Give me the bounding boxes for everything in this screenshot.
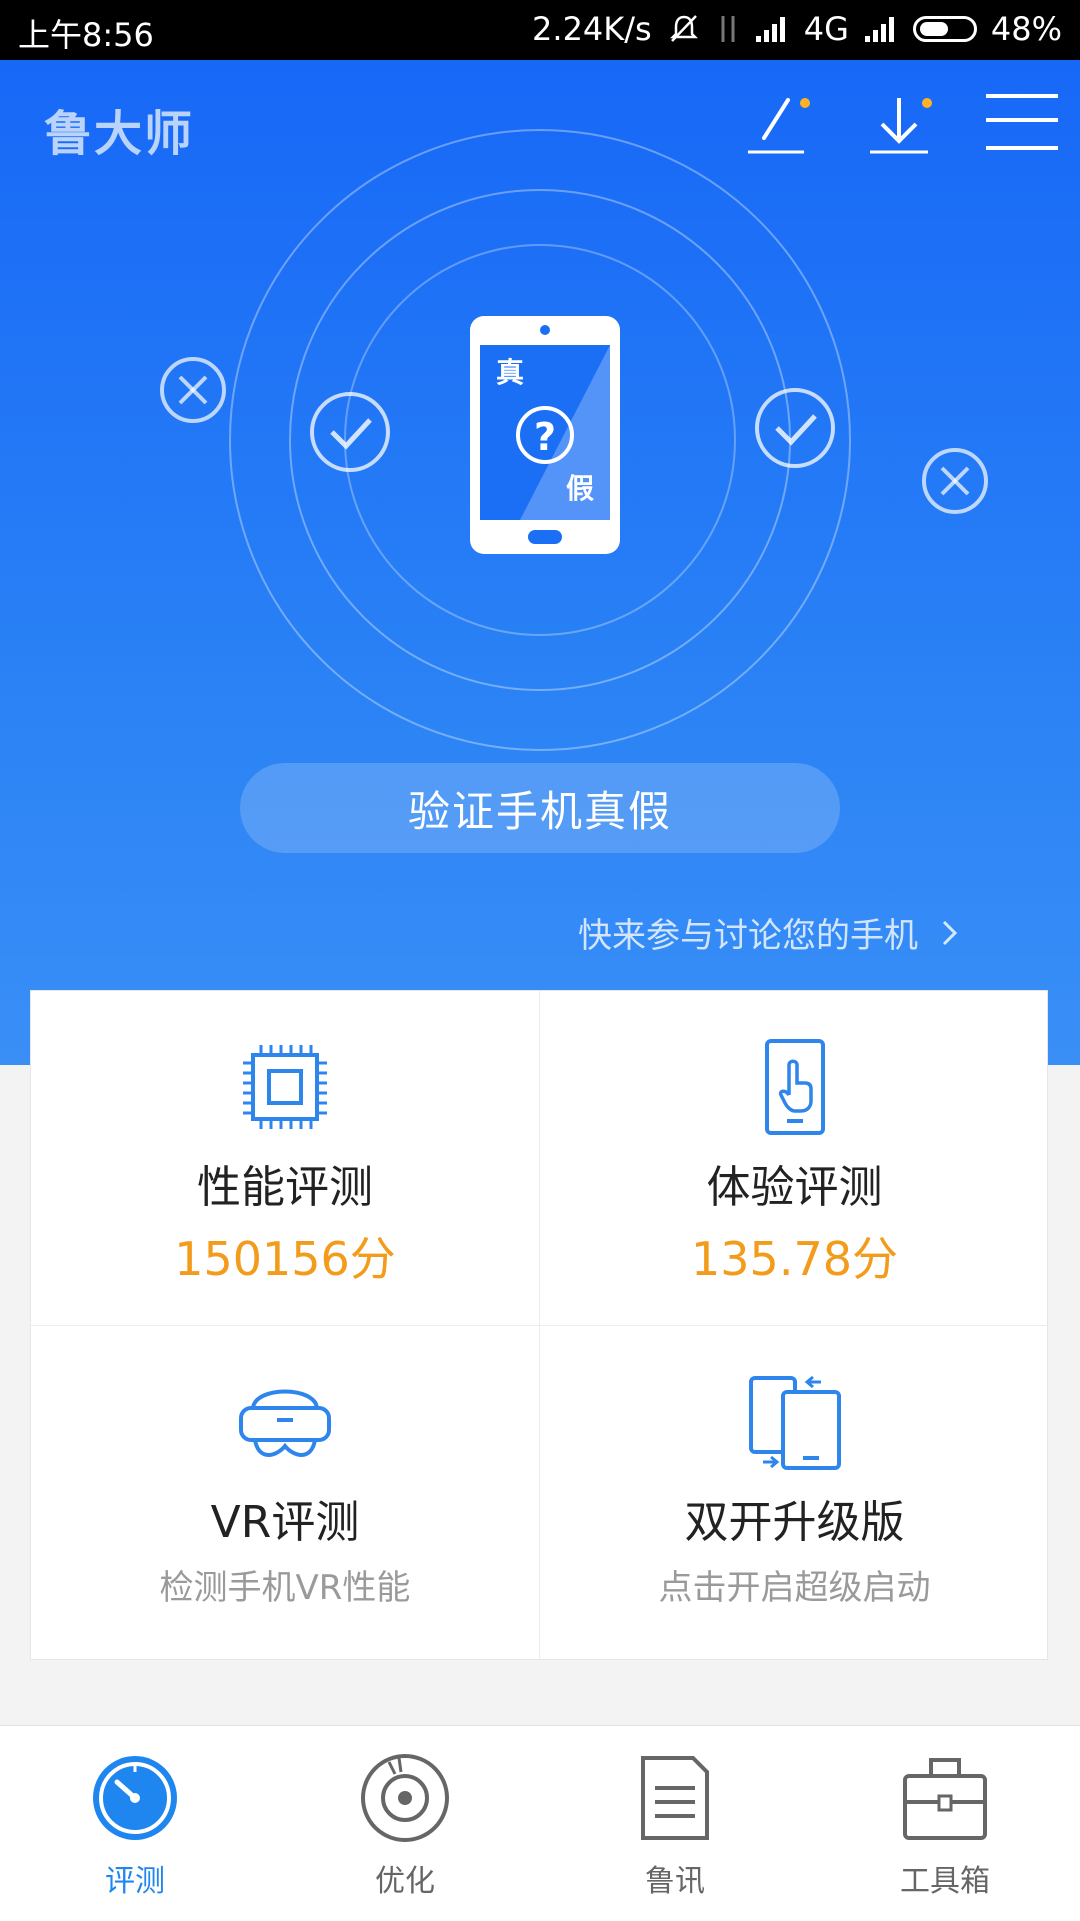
document-icon (641, 1756, 709, 1840)
silent-bell-icon (669, 15, 698, 42)
feature-grid: 性能评测 150156分 体验评测 135.78分 VR评测 检测手机VR性能 (30, 990, 1049, 1661)
tab-label: 评测 (105, 1864, 165, 1899)
phone-text-false: 假 (566, 472, 594, 505)
signal-icon (755, 17, 785, 42)
tab-optimize[interactable]: 优化 (270, 1726, 540, 1921)
battery-level: 48% (990, 10, 1062, 48)
tab-benchmark[interactable]: 评测 (0, 1726, 270, 1921)
vr-headset-icon (239, 1389, 331, 1457)
battery-icon (912, 16, 977, 42)
tab-label: 鲁讯 (645, 1864, 705, 1899)
discuss-link-label: 快来参与讨论您的手机 (578, 916, 918, 956)
card-title: VR评测 (210, 1497, 360, 1548)
verification-illustration: ? 真 假 (160, 129, 988, 751)
verify-phone-button[interactable]: 验证手机真假 (240, 763, 840, 853)
network-speed: 2.24K/s (532, 10, 652, 48)
card-title: 体验评测 (706, 1162, 883, 1213)
disc-icon (361, 1754, 449, 1842)
chevron-right-icon (942, 920, 958, 945)
tab-toolbox[interactable]: 工具箱 (810, 1726, 1080, 1921)
touch-phone-icon (764, 1039, 825, 1135)
card-subtitle: 点击开启超级启动 (658, 1568, 931, 1608)
phone-question-mark: ? (534, 415, 556, 459)
hero-section: 鲁大师 ? 真 假 验证手机真假 快来参与讨论您的手机 (0, 60, 1080, 1065)
chip-icon (243, 1045, 327, 1129)
cross-icon (922, 448, 988, 514)
discuss-link[interactable]: 快来参与讨论您的手机 (578, 908, 960, 957)
dual-app-card[interactable]: 双开升级版 点击开启超级启动 (540, 1326, 1049, 1661)
card-subtitle: 检测手机VR性能 (159, 1568, 411, 1608)
gauge-icon (93, 1756, 177, 1840)
status-right: 2.24K/s 4G 48% (532, 10, 1062, 48)
check-icon (755, 388, 835, 468)
experience-test-card[interactable]: 体验评测 135.78分 (540, 991, 1049, 1326)
tab-news[interactable]: 鲁讯 (540, 1726, 810, 1921)
data-transfer-icon (721, 16, 735, 42)
network-type: 4G (803, 10, 849, 48)
phone-icon: ? 真 假 (470, 316, 620, 554)
status-time: 上午8:56 (18, 16, 154, 54)
signal-icon-2 (864, 17, 894, 42)
tab-label: 优化 (375, 1864, 435, 1899)
card-title: 性能评测 (197, 1162, 373, 1213)
bottom-tab-bar: 评测 优化 鲁讯 工具箱 (0, 1725, 1080, 1921)
performance-test-card[interactable]: 性能评测 150156分 (31, 991, 540, 1326)
dual-phone-icon (748, 1375, 841, 1470)
check-icon (310, 392, 390, 472)
card-title: 双开升级版 (684, 1497, 905, 1548)
phone-text-true: 真 (496, 356, 524, 389)
tab-label: 工具箱 (900, 1864, 990, 1899)
card-score: 150156分 (174, 1232, 396, 1286)
toolbox-icon (903, 1758, 987, 1840)
cross-icon (160, 357, 226, 423)
card-score: 135.78分 (691, 1232, 898, 1286)
vr-test-card[interactable]: VR评测 检测手机VR性能 (31, 1326, 540, 1661)
status-bar: 上午8:56 2.24K/s 4G 48% (0, 0, 1080, 60)
